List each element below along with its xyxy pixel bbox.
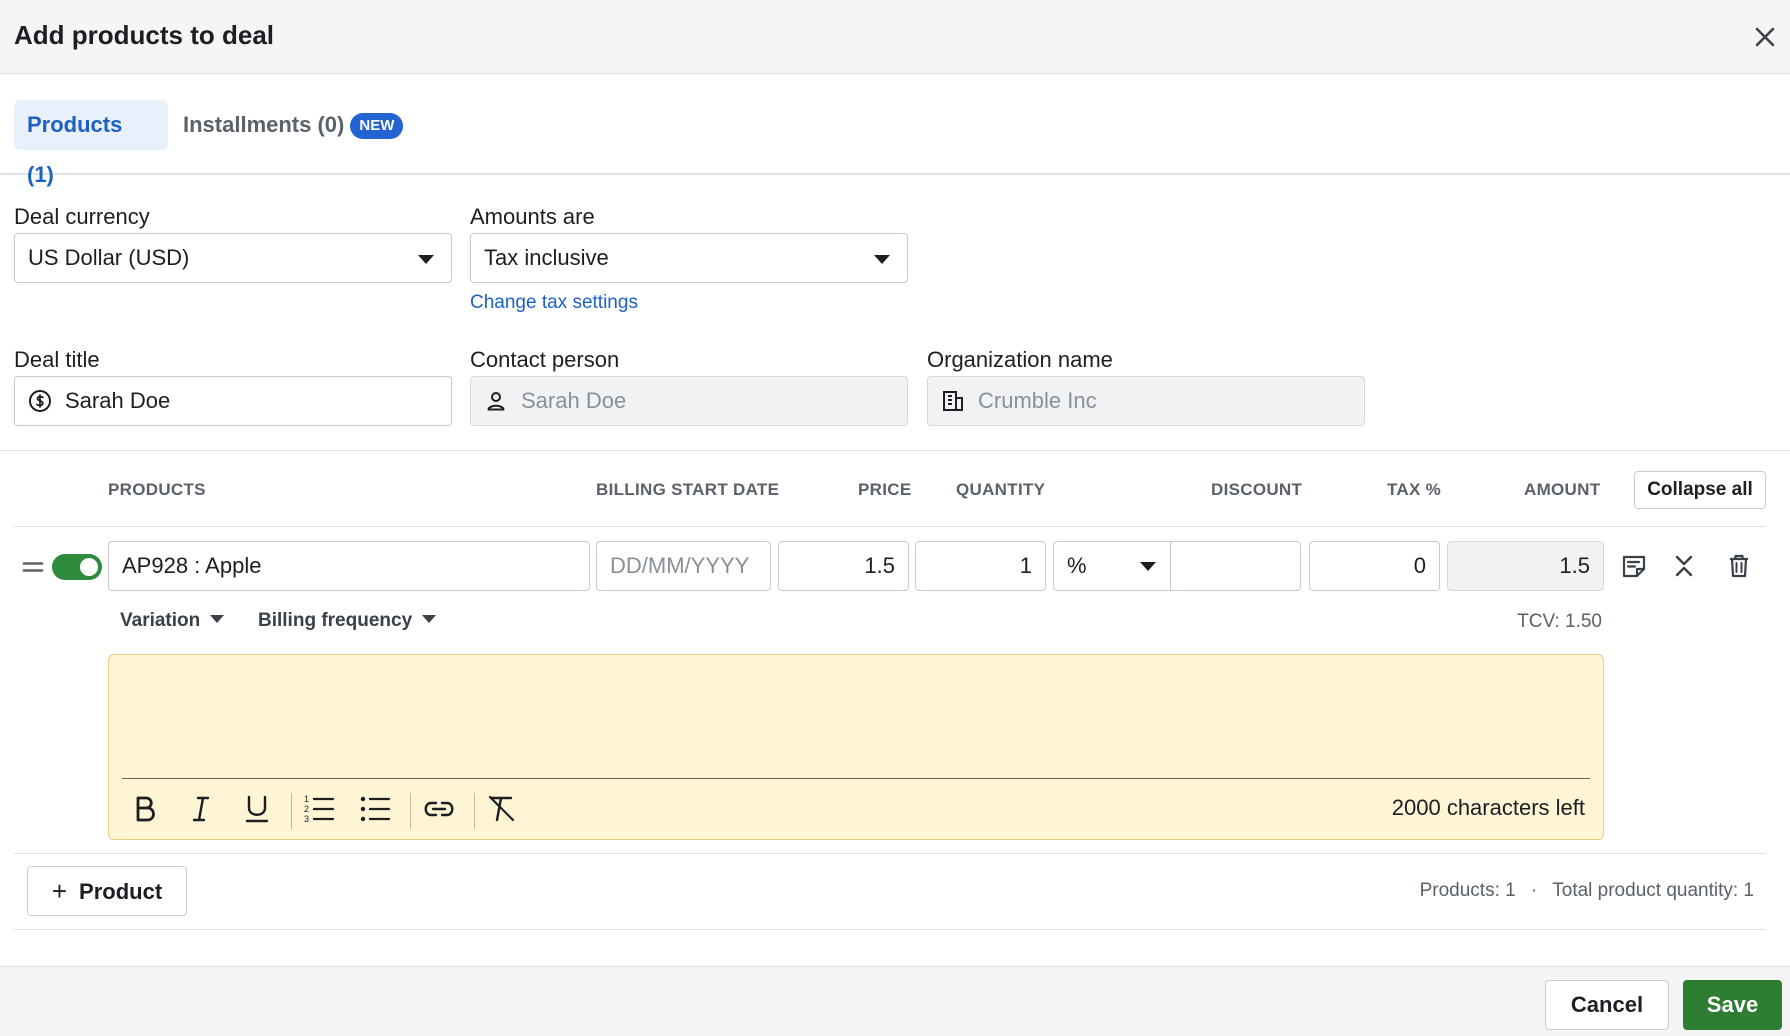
contact-person-field: Sarah Doe [470, 376, 908, 426]
col-header-price: PRICE [858, 480, 912, 499]
underline-icon[interactable] [237, 789, 277, 829]
product-name-input[interactable]: AP928 : Apple [108, 541, 590, 591]
numbered-list-icon[interactable]: 1 2 3 [299, 789, 339, 829]
tab-products[interactable]: Products (1) [14, 100, 168, 187]
trash-icon[interactable] [1722, 549, 1756, 583]
quantity-input[interactable]: 1 [915, 541, 1046, 591]
editor-toolbar-divider [122, 778, 1590, 779]
organization-name-value: Crumble Inc [978, 388, 1097, 413]
tab-installments[interactable]: Installments (0) NEW [170, 100, 416, 150]
quantity-value: 1 [1019, 553, 1032, 578]
variation-label: Variation [120, 610, 201, 631]
col-header-tax: TAX % [1387, 480, 1442, 499]
deal-title-value: Sarah Doe [65, 388, 171, 413]
products-count: Products: 1 [1419, 880, 1516, 901]
product-enabled-toggle[interactable] [52, 554, 102, 580]
bottom-divider [14, 929, 1766, 930]
col-header-discount: DISCOUNT [1211, 480, 1303, 499]
chevron-down-icon [210, 615, 225, 623]
deal-currency-value: US Dollar (USD) [28, 245, 190, 270]
contact-person-value: Sarah Doe [521, 388, 627, 413]
chevron-down-icon [1140, 562, 1156, 571]
chevron-down-icon [418, 255, 434, 264]
col-header-billing-start: BILLING START DATE [596, 480, 780, 499]
link-icon[interactable] [419, 789, 459, 829]
amounts-are-label: Amounts are [470, 204, 595, 229]
save-button[interactable]: Save [1683, 980, 1782, 1030]
deal-currency-label: Deal currency [14, 204, 150, 229]
clear-formatting-icon[interactable] [482, 789, 522, 829]
discount-input[interactable] [1170, 541, 1301, 591]
characters-left-text: 2000 characters left [1391, 795, 1585, 820]
bullet-list-icon[interactable] [355, 789, 395, 829]
collapse-row-icon[interactable] [1667, 549, 1701, 583]
person-icon [487, 392, 505, 411]
col-header-quantity: QUANTITY [956, 480, 1046, 499]
summary-separator: · [1530, 880, 1538, 901]
billing-start-placeholder: DD/MM/YYYY [610, 553, 750, 578]
add-product-button[interactable]: + Product [27, 866, 187, 916]
tab-products-label: Products (1) [27, 112, 123, 187]
amounts-are-select[interactable]: Tax inclusive [470, 233, 908, 283]
amount-field: 1.5 [1447, 541, 1604, 591]
bold-icon[interactable] [125, 789, 165, 829]
tax-value: 0 [1413, 553, 1426, 578]
price-value: 1.5 [864, 553, 895, 578]
row-divider [14, 853, 1766, 854]
amount-value: 1.5 [1559, 553, 1590, 578]
tab-bar: Products (1) Installments (0) NEW [0, 74, 1790, 187]
organization-name-field: Crumble Inc [927, 376, 1365, 426]
discount-type-value: % [1067, 553, 1087, 578]
toolbar-separator [291, 793, 292, 829]
billing-start-date-input[interactable]: DD/MM/YYYY [596, 541, 771, 591]
new-badge: NEW [350, 113, 404, 139]
svg-text:3: 3 [304, 814, 309, 824]
dialog-footer: Cancel Save [0, 966, 1790, 1036]
italic-icon[interactable] [181, 789, 221, 829]
deal-title-label: Deal title [14, 347, 100, 372]
product-note-editor[interactable]: 1 2 3 2000 characters left [108, 654, 1604, 840]
section-divider [0, 450, 1790, 451]
discount-type-select[interactable]: % [1053, 541, 1171, 591]
col-header-products: PRODUCTS [108, 480, 206, 499]
toggle-knob [80, 558, 98, 576]
billing-frequency-label: Billing frequency [258, 610, 413, 631]
header-divider [14, 526, 1766, 527]
close-icon[interactable] [1750, 22, 1780, 52]
change-tax-settings-link[interactable]: Change tax settings [470, 292, 638, 314]
svg-text:1: 1 [304, 794, 309, 804]
dollar-circle-icon [29, 390, 51, 412]
product-name-value: AP928 : Apple [122, 553, 262, 578]
deal-title-input[interactable]: Sarah Doe [14, 376, 452, 426]
note-icon[interactable] [1617, 549, 1651, 583]
svg-text:2: 2 [304, 804, 309, 814]
tab-installments-label: Installments (0) [183, 112, 345, 137]
col-header-amount: AMOUNT [1524, 480, 1601, 499]
deal-currency-select[interactable]: US Dollar (USD) [14, 233, 452, 283]
dialog-title: Add products to deal [14, 20, 274, 50]
toolbar-separator [474, 793, 475, 829]
variation-dropdown[interactable]: Variation [120, 610, 225, 632]
dialog-header: Add products to deal [0, 0, 1790, 74]
collapse-all-button[interactable]: Collapse all [1634, 471, 1766, 509]
plus-icon: + [51, 876, 68, 906]
chevron-down-icon [422, 615, 437, 623]
amounts-are-value: Tax inclusive [484, 245, 609, 270]
building-icon [943, 391, 963, 411]
tax-input[interactable]: 0 [1309, 541, 1440, 591]
cancel-button[interactable]: Cancel [1545, 980, 1669, 1030]
toolbar-separator [410, 793, 411, 829]
price-input[interactable]: 1.5 [778, 541, 909, 591]
drag-handle-icon[interactable] [16, 550, 50, 584]
total-quantity: Total product quantity: 1 [1552, 880, 1754, 901]
tcv-label: TCV: 1.50 [1517, 611, 1602, 632]
contact-person-label: Contact person [470, 347, 620, 372]
billing-frequency-dropdown[interactable]: Billing frequency [258, 610, 437, 632]
products-summary: Products: 1 · Total product quantity: 1 [1420, 880, 1754, 902]
organization-name-label: Organization name [927, 347, 1113, 372]
chevron-down-icon [874, 255, 890, 264]
add-product-label: Product [79, 879, 163, 904]
